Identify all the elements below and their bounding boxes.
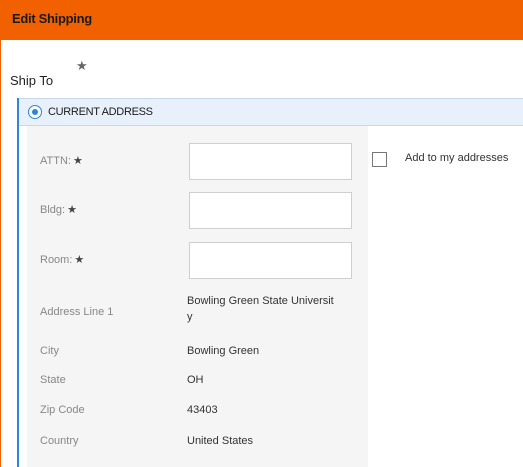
current-address-label: CURRENT ADDRESS: [48, 106, 153, 118]
add-to-addresses-checkbox[interactable]: [372, 152, 387, 167]
zip-code-value: 43403: [187, 404, 218, 416]
address-line1-value: Bowling Green State Universit y: [187, 293, 334, 325]
attn-input[interactable]: [189, 143, 352, 180]
attn-label: ATTN: ★: [40, 154, 83, 167]
ship-to-heading: Ship To ★: [10, 58, 88, 88]
room-input[interactable]: [189, 242, 352, 279]
ship-to-label: Ship To: [10, 73, 54, 88]
current-address-radio[interactable]: [28, 105, 42, 119]
address-line1-value-part2: y: [187, 311, 193, 323]
room-label-text: Room:: [40, 254, 73, 266]
add-to-addresses-label[interactable]: Add to my addresses: [405, 152, 508, 164]
country-value: United States: [187, 435, 254, 447]
state-value: OH: [187, 374, 204, 386]
state-label: State: [40, 374, 66, 386]
address-line1-label: Address Line 1: [40, 306, 114, 318]
required-star-icon: ★: [74, 254, 85, 266]
room-label: Room: ★: [40, 253, 84, 266]
city-label: City: [40, 345, 59, 357]
zip-code-label: Zip Code: [40, 404, 85, 416]
bldg-label-text: Bldg:: [40, 204, 66, 216]
radio-selected-dot-icon: [31, 108, 38, 115]
dialog-left-border: [0, 40, 10, 467]
required-star-icon: ★: [67, 204, 77, 216]
bldg-label: Bldg: ★: [40, 203, 77, 216]
address-form: ATTN: ★ Bldg: ★ Room: ★ Address Line 1 Bowl…: [27, 126, 368, 467]
required-star-icon: ★: [76, 58, 88, 73]
city-value: Bowling Green: [187, 345, 260, 357]
required-star-icon: ★: [72, 155, 83, 167]
country-label: Country: [40, 435, 79, 447]
bldg-input[interactable]: [189, 192, 352, 229]
current-address-option[interactable]: CURRENT ADDRESS: [19, 98, 523, 126]
dialog-title: Edit Shipping: [12, 11, 92, 26]
address-line1-value-part1: Bowling Green State Universit: [187, 295, 334, 307]
attn-label-text: ATTN:: [40, 155, 71, 167]
dialog-header: Edit Shipping: [0, 0, 523, 40]
